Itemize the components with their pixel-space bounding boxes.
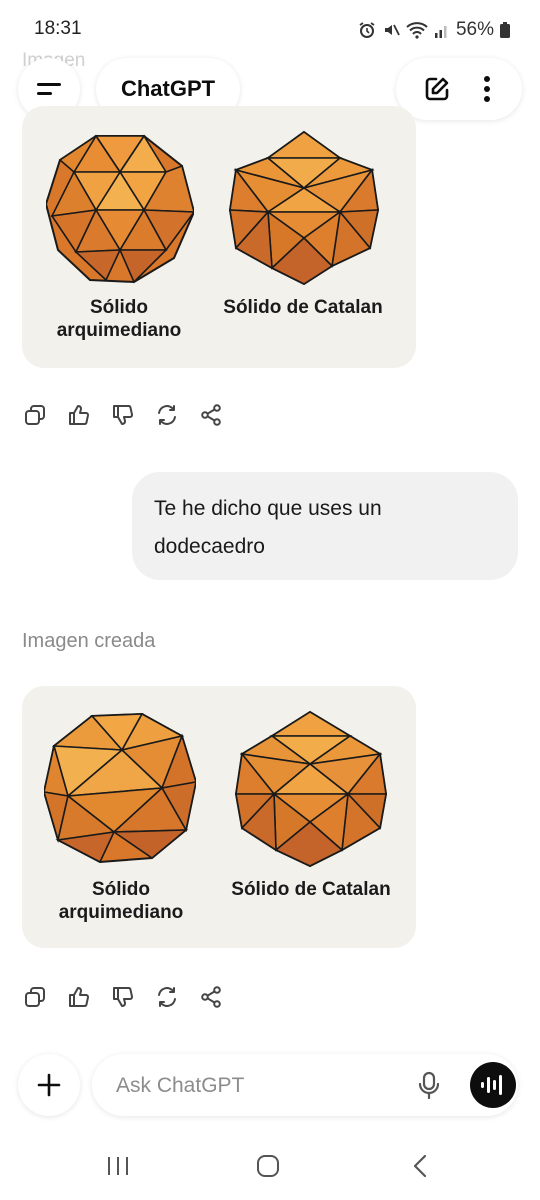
archimedean-solid-illustration	[46, 134, 194, 284]
more-button[interactable]	[465, 61, 509, 117]
edit-icon	[425, 77, 449, 101]
message-actions-2	[22, 982, 252, 1012]
battery-percent: 56%	[455, 19, 494, 40]
mute-icon	[384, 24, 400, 36]
message-actions-1	[22, 400, 252, 430]
regenerate-button[interactable]	[154, 402, 180, 428]
thumbs-up-button[interactable]	[66, 402, 92, 428]
attach-button[interactable]	[18, 1054, 80, 1116]
thumbs-down-icon	[113, 987, 133, 1007]
regenerate-icon	[158, 987, 176, 1007]
system-nav-bar	[0, 1132, 540, 1200]
back-icon	[413, 1154, 427, 1178]
thumbs-down-button[interactable]	[110, 984, 136, 1010]
plus-icon	[37, 1073, 61, 1097]
share-icon	[201, 986, 221, 1008]
copy-icon	[25, 405, 45, 425]
catalan-solid-illustration	[234, 710, 388, 868]
recent-apps-button[interactable]	[98, 1150, 138, 1182]
copy-icon	[25, 987, 45, 1007]
home-button[interactable]	[248, 1150, 288, 1182]
composer	[92, 1054, 518, 1118]
recent-apps-icon	[108, 1157, 128, 1175]
signal-icon	[434, 26, 447, 38]
status-icons: 56%	[358, 16, 510, 44]
copy-button[interactable]	[22, 984, 48, 1010]
catalan-solid-illustration	[228, 130, 380, 286]
alarm-icon	[359, 22, 375, 38]
battery-icon	[500, 22, 510, 38]
thumbs-down-button[interactable]	[110, 402, 136, 428]
mic-icon	[418, 1071, 440, 1100]
catalan-label: Sólido de Catalan	[231, 879, 391, 900]
status-time: 18:31	[34, 18, 82, 39]
more-vertical-icon	[484, 76, 490, 102]
new-chat-button[interactable]	[409, 61, 465, 117]
regenerate-button[interactable]	[154, 984, 180, 1010]
dictate-button[interactable]	[414, 1070, 444, 1100]
wifi-icon	[406, 22, 428, 39]
generated-image-2[interactable]: Sólido arquimediano Sólido de Catalan	[22, 686, 416, 948]
back-button[interactable]	[400, 1150, 440, 1182]
voice-mode-icon	[481, 1075, 502, 1095]
thumbs-down-icon	[113, 405, 133, 425]
catalan-label: Sólido de Catalan	[223, 297, 383, 318]
share-icon	[201, 404, 221, 426]
user-message-text: Te he dicho que uses un dodecaedro	[154, 497, 382, 558]
thumbs-up-icon	[69, 987, 89, 1007]
message-input[interactable]	[114, 1054, 398, 1118]
voice-mode-button[interactable]	[470, 1062, 516, 1108]
menu-icon	[37, 83, 61, 95]
share-button[interactable]	[198, 402, 224, 428]
archimedean-label: Sólido arquimediano	[56, 297, 182, 341]
user-message-bubble: Te he dicho que uses un dodecaedro	[132, 472, 518, 580]
page-title: ChatGPT	[120, 76, 216, 101]
archimedean-label: Sólido arquimediano	[58, 879, 184, 923]
archimedean-solid-illustration	[44, 712, 196, 864]
home-icon	[257, 1155, 279, 1177]
thumbs-up-button[interactable]	[66, 984, 92, 1010]
thumbs-up-icon	[69, 405, 89, 425]
generated-image-1[interactable]: Sólido arquimediano Sólido de Catalan	[22, 106, 416, 368]
share-button[interactable]	[198, 984, 224, 1010]
image-created-label: Imagen creada	[22, 630, 156, 652]
header-actions	[396, 58, 522, 120]
regenerate-icon	[158, 405, 176, 425]
copy-button[interactable]	[22, 402, 48, 428]
